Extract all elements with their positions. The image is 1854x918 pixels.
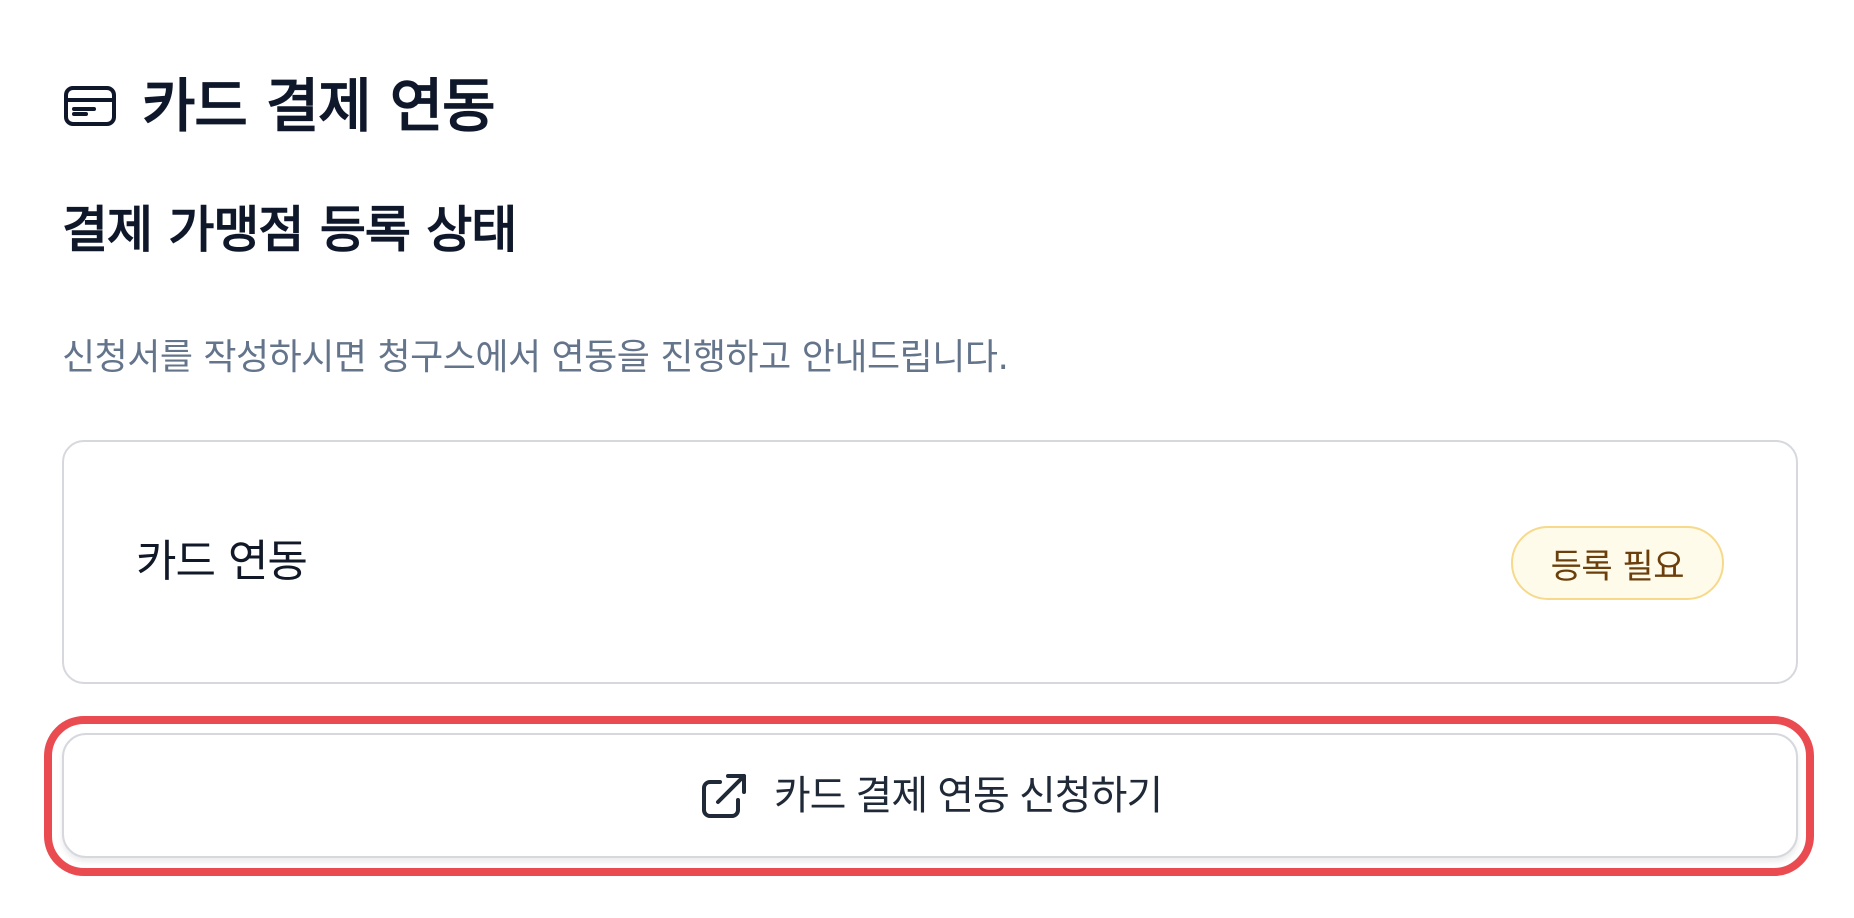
- credit-card-icon: [62, 78, 118, 134]
- registration-required-badge: 등록 필요: [1510, 526, 1724, 600]
- section-title: 결제 가맹점 등록 상태: [62, 201, 517, 259]
- section-description: 신청서를 작성하시면 청구스에서 연동을 진행하고 안내드립니다.: [62, 337, 1009, 378]
- apply-card-payment-integration-button[interactable]: 카드 결제 연동 신청하기: [62, 733, 1798, 858]
- card-integration-label: 카드 연동: [136, 536, 308, 587]
- card-integration-status-card: 카드 연동 등록 필요: [62, 440, 1798, 684]
- apply-button-label: 카드 결제 연동 신청하기: [773, 773, 1163, 818]
- page-title: 카드 결제 연동: [142, 72, 496, 140]
- page-header: 카드 결제 연동: [62, 66, 496, 146]
- external-link-icon: [698, 770, 750, 822]
